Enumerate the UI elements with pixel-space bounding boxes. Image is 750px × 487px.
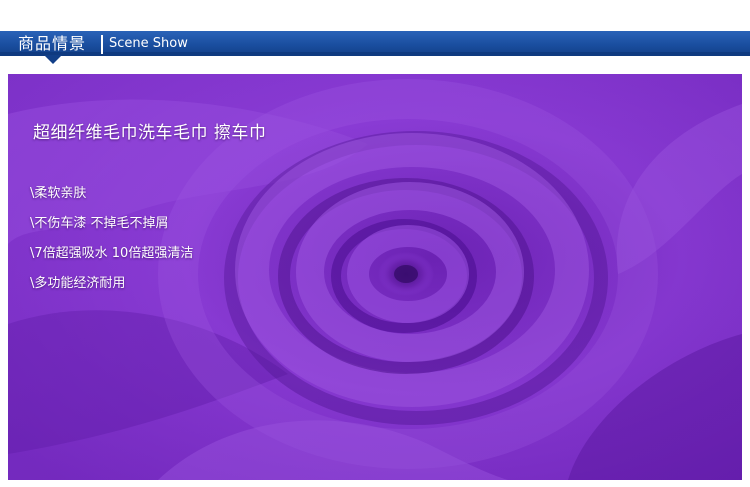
header-pointer-icon	[44, 55, 62, 64]
header-divider	[101, 35, 103, 54]
feature-item: \7倍超强吸水 10倍超强清洁	[30, 246, 194, 261]
feature-item: \柔软亲肤	[30, 186, 87, 201]
product-scene-banner: 商品情景 Scene Show 超细纤维毛巾洗车毛巾 擦车巾 \柔软亲肤 \不伤…	[0, 0, 750, 487]
section-header: 商品情景 Scene Show	[0, 0, 750, 64]
product-title: 超细纤维毛巾洗车毛巾 擦车巾	[33, 123, 267, 143]
section-title-cn: 商品情景	[18, 34, 87, 53]
section-title-en: Scene Show	[109, 36, 188, 51]
feature-item: \多功能经济耐用	[30, 276, 126, 291]
feature-list: \柔软亲肤 \不伤车漆 不掉毛不掉屑 \7倍超强吸水 10倍超强清洁 \多功能经…	[30, 179, 193, 299]
feature-item: \不伤车漆 不掉毛不掉屑	[30, 216, 169, 231]
product-photo: 超细纤维毛巾洗车毛巾 擦车巾 \柔软亲肤 \不伤车漆 不掉毛不掉屑 \7倍超强吸…	[8, 74, 742, 480]
